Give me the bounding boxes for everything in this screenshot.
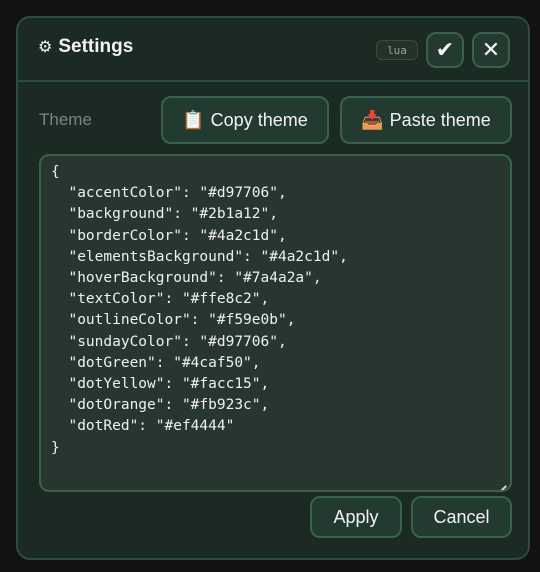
lua-badge: lua [376, 40, 418, 60]
confirm-button[interactable]: ✔ [426, 32, 464, 68]
copy-theme-label: Copy theme [210, 109, 308, 130]
close-button[interactable]: ✕ [472, 32, 510, 68]
cancel-button[interactable]: Cancel [411, 496, 512, 538]
dialog-title-label: Settings [58, 36, 134, 57]
theme-json-text[interactable]: { "accentColor": "#d97706", "background"… [51, 162, 348, 459]
close-icon: ✕ [481, 37, 501, 62]
theme-label: Theme [39, 110, 92, 129]
checkmark-icon: ✔ [435, 37, 455, 62]
settings-dialog: ⚙ Settings lua ✔ ✕ Theme 📋 Copy theme 📥 … [16, 16, 530, 560]
gear-icon: ⚙ [38, 39, 53, 56]
apply-button[interactable]: Apply [310, 496, 402, 538]
inbox-tray-icon: 📥 [361, 109, 384, 130]
clipboard-icon: 📋 [182, 109, 205, 130]
copy-theme-button[interactable]: 📋 Copy theme [161, 96, 329, 144]
resize-handle-icon[interactable] [494, 474, 506, 486]
dialog-title: ⚙ Settings [38, 36, 133, 58]
paste-theme-label: Paste theme [389, 109, 491, 130]
paste-theme-button[interactable]: 📥 Paste theme [340, 96, 512, 144]
dialog-header: ⚙ Settings lua ✔ ✕ [18, 18, 528, 82]
theme-json-editor[interactable]: { "accentColor": "#d97706", "background"… [39, 154, 512, 492]
